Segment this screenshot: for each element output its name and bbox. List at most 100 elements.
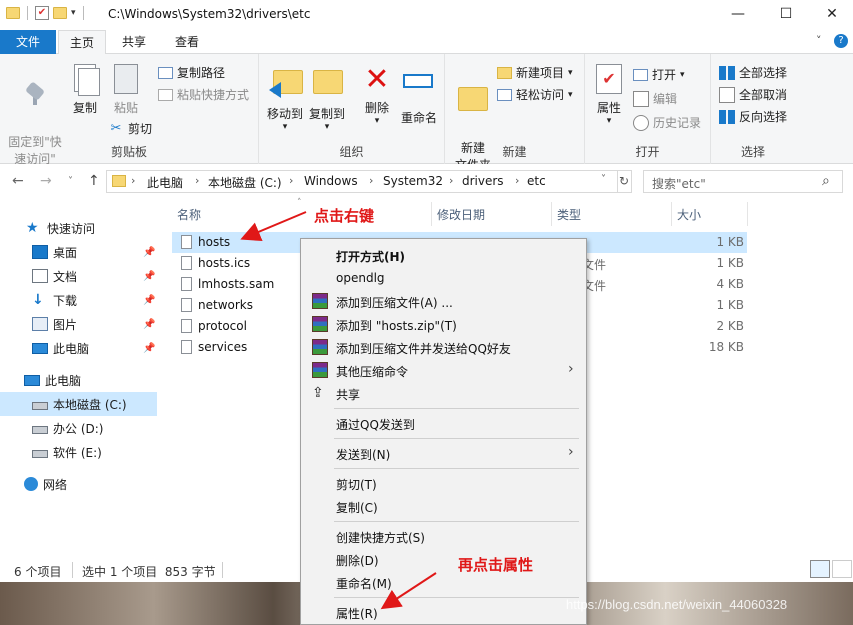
tab-share[interactable]: 共享 xyxy=(112,30,156,54)
refresh-icon[interactable]: ↻ xyxy=(617,171,631,192)
pin-icon[interactable]: 📌 xyxy=(143,295,155,306)
search-box[interactable]: 搜索"etc" ⌕ xyxy=(643,170,843,193)
copy-to-button[interactable]: 复制到 ▾ xyxy=(307,64,347,132)
organize-group: 移动到 ▾ 复制到 ▾ ✕ 删除 ▾ 重命名 组织 xyxy=(259,54,445,164)
select-none-button[interactable]: 全部取消 xyxy=(719,86,787,103)
breadcrumb-separator-icon[interactable]: › xyxy=(289,174,293,187)
maximize-button[interactable]: ☐ xyxy=(763,0,809,30)
menu-item-share[interactable]: ⇪ 共享 xyxy=(302,382,585,404)
search-icon[interactable]: ⌕ xyxy=(822,173,830,189)
paste-shortcut-button[interactable]: 粘贴快捷方式 xyxy=(158,86,249,103)
history-button[interactable]: 历史记录 xyxy=(633,114,701,131)
move-to-button[interactable]: 移动到 ▾ xyxy=(265,64,305,132)
sidebar-item-local-disk-c[interactable]: 本地磁盘 (C:) xyxy=(0,392,157,416)
easy-access-button[interactable]: 轻松访问 ▾ xyxy=(497,86,573,103)
menu-item-cut[interactable]: 剪切(T) xyxy=(302,472,585,494)
edit-button[interactable]: 编辑 xyxy=(633,90,677,107)
open-button[interactable]: 打开 ▾ xyxy=(633,66,685,83)
tab-file[interactable]: 文件 xyxy=(0,30,56,54)
sidebar-item-documents[interactable]: 文档 📌 xyxy=(0,264,157,288)
column-header-type[interactable]: 类型 xyxy=(557,206,581,223)
menu-item-open-with[interactable]: 打开方式(H) xyxy=(302,244,585,266)
pin-icon[interactable]: 📌 xyxy=(143,247,155,258)
tab-home[interactable]: 主页 xyxy=(58,30,106,55)
new-group-label: 新建 xyxy=(502,145,527,159)
copy-to-icon xyxy=(311,70,343,102)
menu-item-delete[interactable]: 删除(D) xyxy=(302,548,585,570)
breadcrumb-separator-icon[interactable]: › xyxy=(131,174,135,187)
invert-selection-button[interactable]: 反向选择 xyxy=(719,108,787,125)
details-view-icon[interactable] xyxy=(810,560,830,578)
column-header-name[interactable]: 名称 xyxy=(177,206,201,223)
breadcrumb-drivers[interactable]: drivers xyxy=(462,174,504,188)
column-header-modified[interactable]: 修改日期 xyxy=(437,206,485,223)
file-size: 4 KB xyxy=(716,277,744,291)
collapse-ribbon-chevron-icon[interactable]: ˅ xyxy=(816,34,822,47)
delete-button[interactable]: ✕ 删除 ▾ xyxy=(359,64,395,126)
column-divider[interactable] xyxy=(551,202,552,226)
sidebar-item-downloads[interactable]: ↓ 下载 📌 xyxy=(0,288,157,312)
column-header-size[interactable]: 大小 xyxy=(677,206,701,223)
rename-button[interactable]: 重命名 xyxy=(397,64,441,127)
breadcrumb-separator-icon[interactable]: › xyxy=(369,174,373,187)
menu-item-rename[interactable]: 重命名(M) xyxy=(302,571,585,593)
breadcrumb-local-disk[interactable]: 本地磁盘 (C:) xyxy=(208,174,282,191)
breadcrumb-separator-icon[interactable]: › xyxy=(195,174,199,187)
select-all-button[interactable]: 全部选择 xyxy=(719,64,787,81)
address-dropdown-icon[interactable]: ˅ xyxy=(601,174,606,185)
sidebar-item-drive-e[interactable]: 软件 (E:) xyxy=(0,440,157,464)
breadcrumb-system32[interactable]: System32 xyxy=(383,174,443,188)
menu-item-properties[interactable]: 属性(R) xyxy=(302,601,585,623)
copy-path-button[interactable]: 复制路径 xyxy=(158,64,225,81)
help-icon[interactable]: ? xyxy=(834,34,848,48)
tab-view[interactable]: 查看 xyxy=(164,30,210,54)
pin-icon[interactable]: 📌 xyxy=(143,343,155,354)
menu-item-create-shortcut[interactable]: 创建快捷方式(S) xyxy=(302,525,585,547)
menu-item-archive-send-qq[interactable]: 添加到压缩文件并发送给QQ好友 xyxy=(302,336,585,358)
forward-arrow-icon[interactable]: → xyxy=(40,173,52,189)
column-divider[interactable] xyxy=(431,202,432,226)
column-divider[interactable] xyxy=(747,202,748,226)
back-arrow-icon[interactable]: ← xyxy=(12,173,24,189)
sidebar-item-this-pc-pinned[interactable]: 此电脑 📌 xyxy=(0,336,157,360)
recent-locations-chevron-icon[interactable]: ˅ xyxy=(68,176,73,187)
new-item-button[interactable]: 新建项目 ▾ xyxy=(497,64,573,81)
folder-icon[interactable] xyxy=(6,7,20,19)
menu-item-send-to[interactable]: 发送到(N) › xyxy=(302,442,585,464)
menu-item-opendlg[interactable]: opendlg xyxy=(302,267,585,289)
sidebar-item-network[interactable]: 网络 xyxy=(0,472,157,496)
menu-item-send-via-qq[interactable]: 通过QQ发送到 xyxy=(302,412,585,434)
menu-item-copy[interactable]: 复制(C) xyxy=(302,495,585,517)
breadcrumb-separator-icon[interactable]: › xyxy=(515,174,519,187)
menu-item-other-compress[interactable]: 其他压缩命令 › xyxy=(302,359,585,381)
customize-toolbar-dropdown[interactable]: ▾ xyxy=(71,8,76,18)
sidebar-item-quick-access[interactable]: ★ 快速访问 xyxy=(0,216,157,240)
sidebar-item-drive-d[interactable]: 办公 (D:) xyxy=(0,416,157,440)
minimize-button[interactable]: — xyxy=(715,0,761,30)
menu-item-add-to-hosts-zip[interactable]: 添加到 "hosts.zip"(T) xyxy=(302,313,585,335)
close-button[interactable]: ✕ xyxy=(809,0,853,30)
sidebar-item-this-pc[interactable]: 此电脑 xyxy=(0,368,157,392)
breadcrumb-separator-icon[interactable]: › xyxy=(449,174,453,187)
pin-icon[interactable]: 📌 xyxy=(143,319,155,330)
sidebar-item-desktop[interactable]: 桌面 📌 xyxy=(0,240,157,264)
breadcrumb-etc[interactable]: etc xyxy=(527,174,546,188)
column-divider[interactable] xyxy=(671,202,672,226)
download-icon: ↓ xyxy=(32,292,44,308)
new-folder-icon[interactable] xyxy=(53,7,67,19)
paste-button[interactable]: 粘贴 xyxy=(106,64,146,117)
sidebar-item-pictures[interactable]: 图片 📌 xyxy=(0,312,157,336)
properties-button[interactable]: ✔ 属性 ▾ xyxy=(591,64,627,126)
copy-button[interactable]: 复制 xyxy=(66,64,104,117)
address-bar[interactable]: › 此电脑 › 本地磁盘 (C:) › Windows › System32 ›… xyxy=(106,170,632,193)
breadcrumb-windows[interactable]: Windows xyxy=(304,174,358,188)
paste-label: 粘贴 xyxy=(113,101,138,115)
properties-check-icon[interactable]: ✔ xyxy=(35,6,49,20)
status-separator xyxy=(72,562,73,578)
pin-icon[interactable]: 📌 xyxy=(143,271,155,282)
up-arrow-icon[interactable]: ↑ xyxy=(88,173,100,189)
menu-item-add-to-archive[interactable]: 添加到压缩文件(A) ... xyxy=(302,290,585,312)
breadcrumb-this-pc[interactable]: 此电脑 xyxy=(147,174,183,191)
large-icons-view-icon[interactable] xyxy=(832,560,852,578)
cut-button[interactable]: ✂ 剪切 xyxy=(108,120,152,137)
